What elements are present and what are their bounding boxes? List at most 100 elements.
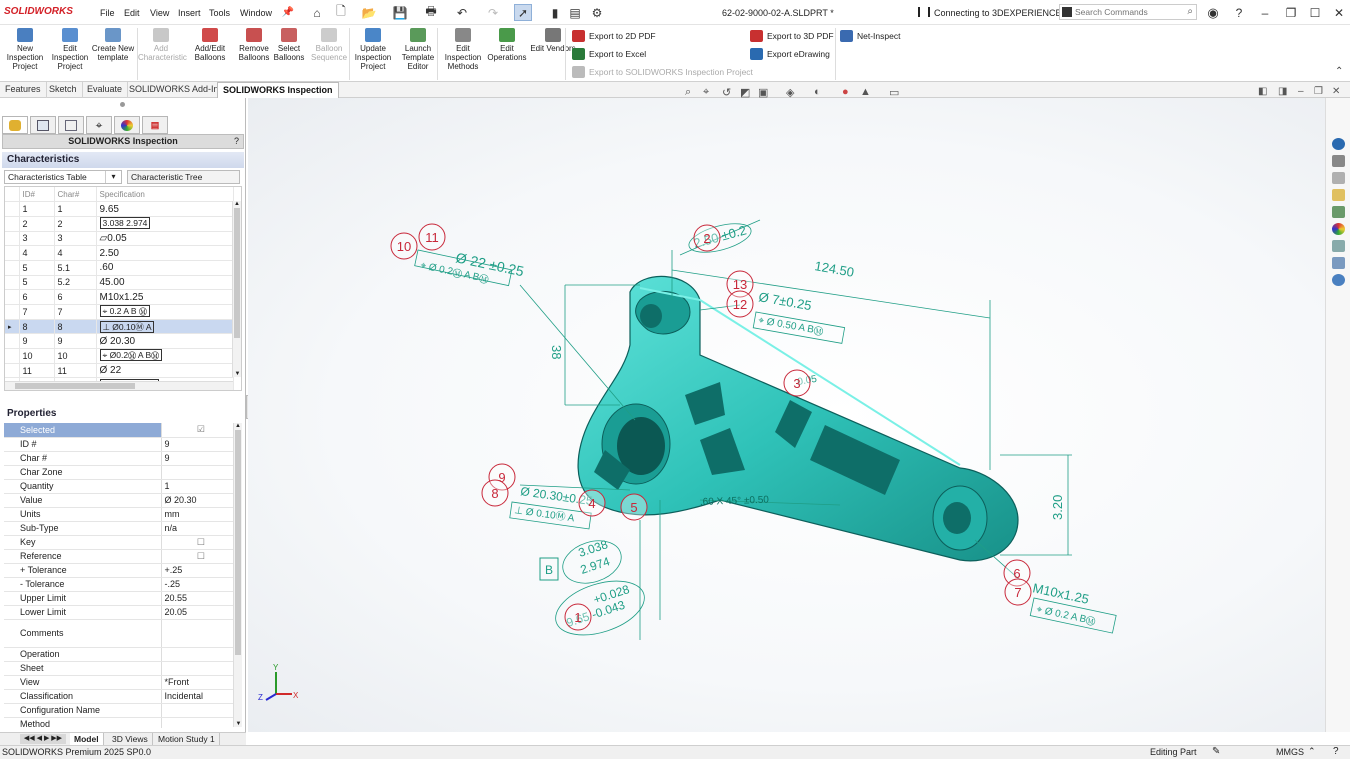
tab-sketch[interactable]: Sketch bbox=[44, 82, 83, 98]
table-row[interactable]: 11 11 Ø 22 bbox=[5, 363, 234, 379]
property-row[interactable]: Char #9 bbox=[4, 451, 233, 466]
select-icon[interactable]: ➚ bbox=[514, 4, 532, 21]
coordinate-triad[interactable]: Y X Z bbox=[258, 663, 299, 702]
search-commands-input[interactable] bbox=[1075, 6, 1180, 18]
table-row[interactable]: 99Ø 20.30 bbox=[5, 333, 234, 350]
ribbon-button-launch-template-editor[interactable]: Launch Template Editor bbox=[395, 27, 441, 81]
cell-specification[interactable]: M10x1.25 bbox=[96, 289, 234, 305]
panel-help-icon[interactable]: ? bbox=[234, 135, 239, 148]
viewport-tile-icon[interactable]: ◨ bbox=[1278, 86, 1287, 97]
home-icon[interactable]: ⌂ bbox=[308, 4, 326, 21]
threaded-hole[interactable] bbox=[943, 502, 971, 534]
cell-id[interactable]: 8 bbox=[19, 319, 55, 335]
property-row[interactable]: View *Front bbox=[4, 675, 233, 690]
property-value[interactable]: -.25 bbox=[161, 577, 233, 592]
cell-char[interactable]: 8 bbox=[54, 319, 97, 335]
datum-b[interactable]: B bbox=[545, 563, 553, 577]
ribbon-export-to-2d-pdf[interactable]: Export to 2D PDF bbox=[572, 29, 656, 43]
balloon-2[interactable]: 2 bbox=[693, 224, 721, 252]
property-value[interactable]: ☑ bbox=[161, 423, 233, 438]
balloon-7[interactable]: 7 bbox=[1004, 578, 1032, 606]
tab-configuration-manager[interactable]: ⌖ bbox=[86, 116, 112, 134]
3dexperience-icon-2[interactable] bbox=[1332, 274, 1345, 286]
ribbon-net-inspect[interactable]: Net-Inspect bbox=[840, 29, 900, 43]
small-bore[interactable] bbox=[640, 304, 662, 328]
property-row[interactable]: Configuration Name bbox=[4, 703, 233, 718]
tab-evaluate[interactable]: Evaluate bbox=[82, 82, 129, 98]
menu-file[interactable]: File bbox=[100, 8, 115, 18]
properties-scroll-down-icon[interactable]: ▼ bbox=[234, 721, 243, 727]
ribbon-export-edrawing[interactable]: Export eDrawing bbox=[750, 47, 830, 61]
annotation-124-50[interactable]: 124.50 bbox=[813, 258, 855, 280]
property-row[interactable]: Quantity 1 bbox=[4, 479, 233, 494]
search-icon[interactable]: ⌕ bbox=[1187, 6, 1193, 17]
hscroll-thumb[interactable] bbox=[15, 383, 135, 389]
solidworks-resources-icon[interactable] bbox=[1332, 155, 1345, 167]
property-row[interactable]: Reference ☐ bbox=[4, 549, 233, 564]
new-document-icon[interactable]: 🗋 bbox=[332, 4, 350, 21]
property-value[interactable]: 20.55 bbox=[161, 591, 233, 606]
characteristics-view-select[interactable]: Characteristics Table ▾ bbox=[4, 170, 122, 184]
undo-icon[interactable]: ↶ bbox=[453, 4, 471, 21]
viewport-float-icon[interactable]: ◧ bbox=[1258, 86, 1267, 97]
property-value[interactable] bbox=[161, 661, 233, 676]
property-value[interactable]: ☐ bbox=[161, 549, 233, 564]
ribbon-export-to-3d-pdf[interactable]: Export to 3D PDF bbox=[750, 29, 834, 43]
ribbon-button-new-inspection-project[interactable]: New Inspection Project bbox=[2, 27, 48, 81]
cell-id[interactable]: 10 bbox=[19, 348, 55, 364]
solidworks-logo[interactable]: SOLIDWORKS bbox=[4, 6, 73, 17]
properties-scrollbar-thumb[interactable] bbox=[235, 430, 241, 655]
cell-specification[interactable]: 2.50 bbox=[96, 245, 234, 261]
ribbon-export-to-solidworks-inspection-project[interactable]: Export to SOLIDWORKS Inspection Project bbox=[572, 65, 753, 79]
custom-properties-icon[interactable] bbox=[1332, 240, 1345, 252]
bottom-tab-3d-views[interactable]: 3D Views bbox=[108, 733, 153, 745]
balloon-11[interactable]: 11 bbox=[418, 223, 446, 251]
help-icon[interactable]: ? bbox=[1230, 4, 1248, 21]
ribbon-button-edit-operations[interactable]: Edit Operations bbox=[484, 27, 530, 81]
open-icon[interactable]: 📂 bbox=[360, 4, 378, 21]
pin-icon[interactable]: 📌 bbox=[279, 4, 297, 21]
property-value[interactable]: +.25 bbox=[161, 563, 233, 578]
annotation-m10-fcf[interactable]: ⌖ Ø 0.2 A BⓂ bbox=[1035, 604, 1097, 627]
restore-window-icon[interactable]: ❐ bbox=[1282, 4, 1300, 21]
property-row[interactable]: Operation bbox=[4, 647, 233, 662]
tab-solidworks-inspection[interactable]: SOLIDWORKS Inspection bbox=[217, 82, 339, 98]
print-icon[interactable]: 🖶 bbox=[422, 4, 440, 21]
rebuild-icon[interactable]: ✎ bbox=[1212, 746, 1220, 757]
cell-char[interactable]: 3 bbox=[54, 231, 97, 247]
traffic-light-icon[interactable]: ▮ bbox=[546, 4, 564, 21]
table-row[interactable]: 1 1 9.65 bbox=[5, 201, 234, 217]
menu-edit[interactable]: Edit bbox=[124, 8, 140, 18]
view-palette-icon[interactable] bbox=[1332, 206, 1345, 218]
property-row[interactable]: - Tolerance -.25 bbox=[4, 577, 233, 592]
minimize-window-icon[interactable]: – bbox=[1256, 4, 1274, 21]
menu-view[interactable]: View bbox=[150, 8, 169, 18]
scroll-up-arrow-icon[interactable]: ▲ bbox=[233, 201, 241, 207]
tab-solidworks-add-ins[interactable]: SOLIDWORKS Add-Ins bbox=[124, 82, 230, 98]
annotation-dia20-30-fcf[interactable]: ⊥ Ø 0.10Ⓜ A bbox=[514, 504, 576, 524]
property-row[interactable]: Sheet bbox=[4, 661, 233, 676]
viewport-restore-icon[interactable]: ❐ bbox=[1314, 86, 1323, 97]
ribbon-button-edit-inspection-methods[interactable]: Edit Inspection Methods bbox=[440, 27, 486, 81]
menu-tools[interactable]: Tools bbox=[209, 8, 230, 18]
cell-specification[interactable]: .60 bbox=[96, 260, 234, 276]
property-row[interactable]: Selected ☑ bbox=[4, 423, 233, 438]
cell-id[interactable]: 1 bbox=[19, 201, 55, 217]
balloon-10[interactable]: 10 bbox=[390, 232, 418, 260]
cell-id[interactable]: 6 bbox=[19, 289, 55, 305]
table-row[interactable]: 3 3 ⏥0.05 bbox=[5, 231, 234, 247]
table-row[interactable]: 10 10 ⌖ Ø0.2Ⓜ A BⓂ bbox=[5, 348, 234, 364]
ribbon-button-add-characteristic[interactable]: Add Characteristic bbox=[138, 27, 187, 81]
scroll-down-arrow-icon[interactable]: ▼ bbox=[233, 371, 241, 377]
annotation-m10[interactable]: M10x1.25 bbox=[1031, 580, 1090, 607]
cell-specification[interactable]: ⊥ Ø0.10Ⓜ A bbox=[96, 319, 234, 335]
property-row[interactable]: Classification Incidental bbox=[4, 689, 233, 704]
units-chevron-up-icon[interactable]: ⌃ bbox=[1308, 746, 1316, 757]
property-value[interactable]: Ø 20.30 bbox=[161, 493, 233, 508]
property-value[interactable]: n/a bbox=[161, 521, 233, 536]
viewport-close-icon[interactable]: ✕ bbox=[1332, 86, 1340, 97]
property-value[interactable]: mm bbox=[161, 507, 233, 522]
search-commands-box[interactable]: ⌕ bbox=[1059, 4, 1197, 20]
property-row[interactable]: Method bbox=[4, 717, 233, 728]
ribbon-button-balloon-sequence[interactable]: Balloon Sequence bbox=[306, 27, 352, 81]
